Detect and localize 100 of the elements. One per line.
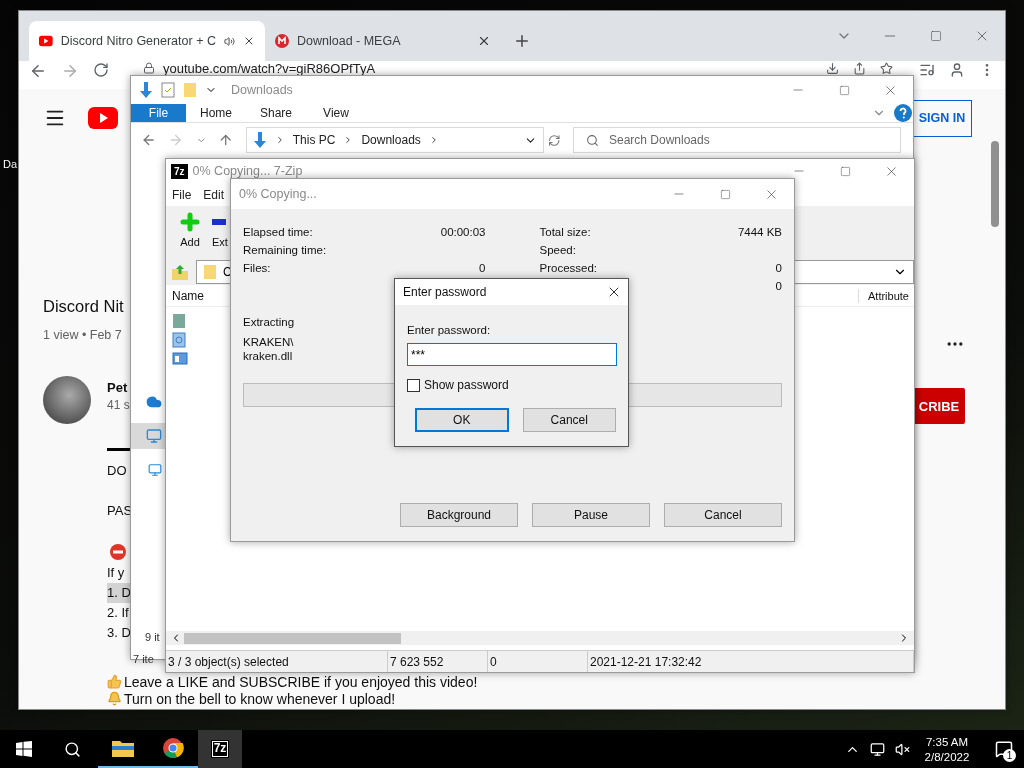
minus-icon (212, 219, 226, 225)
browser-tab[interactable]: Download - MEGA (265, 21, 501, 61)
scrollbar-thumb[interactable] (991, 141, 999, 227)
stat-label: Files: (243, 262, 271, 274)
window-icon (172, 351, 188, 365)
back-icon[interactable] (141, 132, 157, 148)
forward-icon[interactable] (61, 62, 79, 80)
dialog-button[interactable]: Background (400, 503, 518, 527)
chrome-icon[interactable] (162, 737, 184, 759)
desktop-icon-label[interactable]: Da (3, 158, 18, 170)
search-field[interactable]: Search Downloads (572, 127, 901, 153)
stat-value: 0 (479, 262, 486, 274)
stat-value: 7444 KB (737, 226, 782, 238)
media-control-icon[interactable] (919, 62, 935, 78)
stat-label: Speed: (539, 244, 576, 256)
monitor-icon[interactable] (146, 428, 162, 444)
help-icon[interactable] (894, 104, 912, 122)
address-bar[interactable]: This PC Downloads (245, 127, 545, 153)
dialog-title: Enter password (403, 285, 487, 299)
tab-title: Download - MEGA (297, 34, 402, 48)
reload-icon[interactable] (93, 62, 109, 78)
search-placeholder: Search Downloads (608, 133, 710, 147)
file-icon (172, 313, 186, 329)
description-line: DO (107, 462, 127, 480)
scrollbar-thumb[interactable] (184, 632, 401, 644)
close-icon[interactable] (477, 34, 491, 48)
stat-label: Remaining time: (243, 244, 327, 256)
navigation-item[interactable] (131, 423, 166, 449)
new-tab-icon[interactable] (513, 32, 531, 50)
status-cell: 0 (488, 651, 588, 672)
browser-tab[interactable]: Discord Nitro Generator + C (29, 21, 265, 61)
subscribe-button[interactable]: CRIBE (913, 388, 965, 424)
ribbon-tab[interactable]: Home (186, 104, 246, 122)
status-cell: 3 / 3 object(s) selected (166, 651, 388, 672)
lock-icon (143, 62, 155, 74)
dialog-title: 0% Copying... (239, 187, 317, 201)
breadcrumb[interactable]: Downloads (361, 133, 421, 147)
stat-value: 0 (775, 262, 782, 274)
password-field[interactable]: *** (407, 343, 617, 366)
back-icon[interactable] (29, 62, 47, 80)
dialog-button[interactable]: OK (415, 408, 509, 432)
stat-label: Total size: (539, 226, 591, 238)
bookmark-star-icon[interactable] (880, 62, 893, 75)
speaker-icon[interactable] (223, 34, 236, 48)
folder-icon[interactable] (111, 738, 135, 758)
mega-icon (275, 34, 289, 48)
file-path: kraken.dll (243, 349, 293, 363)
video-logo[interactable] (88, 107, 118, 129)
stat-label: Processed: (539, 262, 598, 274)
notifications-icon[interactable] (995, 740, 1013, 758)
operation-label: Extracting (243, 315, 295, 329)
stat-label: Elapsed time: (243, 226, 313, 238)
ribbon-tab[interactable]: File (131, 104, 186, 122)
status-cell: 7 623 552 (388, 651, 488, 672)
toolbar-button[interactable]: Add (174, 210, 206, 259)
menu-item[interactable]: File (172, 187, 192, 202)
channel-avatar[interactable] (43, 376, 91, 424)
breadcrumb[interactable]: This PC (292, 133, 336, 147)
thumbs-up-icon (107, 674, 122, 689)
profile-icon[interactable] (949, 62, 965, 78)
document-icon (172, 332, 186, 348)
ribbon-tab[interactable]: View (306, 104, 366, 122)
ribbon-tab[interactable]: Share (246, 104, 306, 122)
dialog-button[interactable]: Cancel (522, 408, 616, 432)
column-header[interactable]: Attribute (859, 289, 909, 302)
description-line: 3. D (107, 624, 131, 642)
video-site-icon (39, 35, 53, 47)
description-line: Leave a LIKE and SUBSCRIBE if you enjoyed this video! (124, 673, 478, 690)
install-icon[interactable] (826, 62, 839, 75)
windows-icon (16, 741, 32, 757)
cloud-icon[interactable] (146, 394, 162, 410)
field-label: Enter password: (407, 323, 491, 337)
window-title: Downloads (231, 83, 293, 97)
channel-name[interactable]: Pet (107, 380, 130, 395)
stop-icon (109, 543, 127, 561)
search-icon (585, 133, 599, 147)
description-line: If y (107, 564, 125, 582)
toolbar-button[interactable]: Ext (212, 210, 231, 259)
sevenzip-logo[interactable]: 7z (211, 741, 229, 757)
checkbox[interactable] (407, 378, 420, 392)
notification-count: 1 (1003, 749, 1016, 762)
clock[interactable]: 7:35 AM 2/8/2022 (910, 730, 984, 768)
video-title: Discord Nit (43, 297, 125, 316)
volume-icon[interactable] (895, 741, 910, 757)
item-count: 9 it (144, 631, 160, 643)
up-folder-icon[interactable] (170, 262, 190, 282)
video-meta: 1 view • Feb 7 (43, 328, 123, 342)
share-icon[interactable] (853, 62, 866, 75)
sevenzip-logo: 7z (172, 164, 187, 178)
window-title: 0% Copying... 7-Zip (192, 164, 303, 178)
menu-item[interactable]: Edit (203, 187, 225, 202)
stat-value: 0 (775, 280, 782, 292)
folder-icon (203, 264, 217, 280)
address-field[interactable]: youtube.com/watch?v=giR86OPfTyA (163, 62, 376, 75)
up-icon[interactable] (218, 132, 234, 148)
refresh-icon[interactable] (548, 133, 561, 147)
dialog-button[interactable]: Cancel (664, 503, 782, 527)
dialog-button[interactable]: Pause (532, 503, 650, 527)
search-icon (63, 740, 81, 758)
checkbox-label: Show password (424, 378, 509, 392)
